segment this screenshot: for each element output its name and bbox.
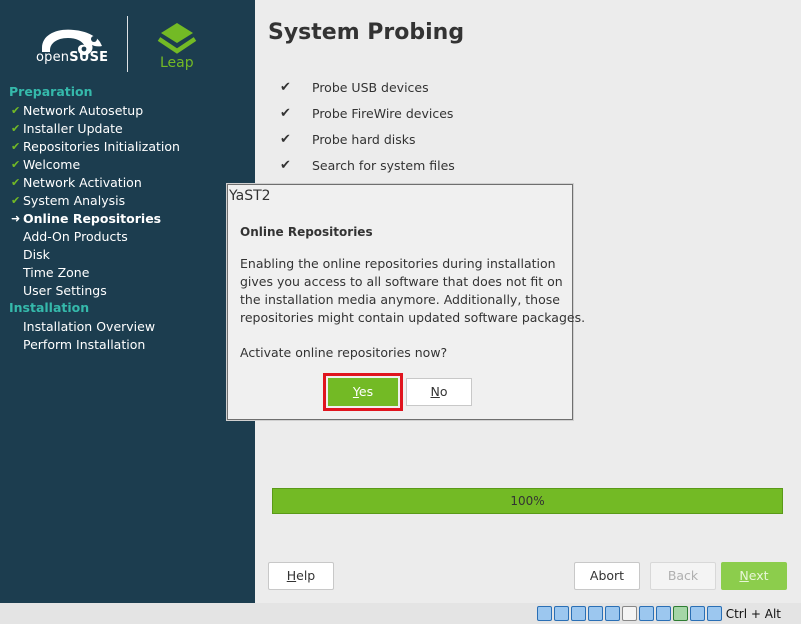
- step-label: System Analysis: [23, 193, 126, 208]
- mouse-integration-icon[interactable]: [689, 606, 705, 621]
- check-icon: ✔: [11, 194, 21, 207]
- yes-button[interactable]: Yes: [328, 378, 398, 406]
- display-icon[interactable]: [638, 606, 654, 621]
- check-icon: ✔: [11, 104, 21, 117]
- abort-button[interactable]: Abort: [574, 562, 640, 590]
- step-item: User Settings: [9, 282, 249, 300]
- step-label: Online Repositories: [23, 211, 162, 226]
- progress-bar: 100%: [272, 488, 783, 514]
- probe-item: ✔ Probe hard disks: [280, 130, 455, 156]
- step-item: ✔ System Analysis: [9, 192, 249, 210]
- dialog-title: YaST2: [229, 188, 271, 204]
- download-icon[interactable]: [706, 606, 722, 621]
- step-heading-preparation: Preparation: [9, 84, 93, 99]
- dialog-message-line: the installation media anymore. Addition…: [240, 292, 560, 307]
- step-label: Add-On Products: [23, 229, 128, 244]
- audio-icon[interactable]: [570, 606, 586, 621]
- leap-logo-icon: [157, 23, 197, 54]
- dialog-message-line: repositories might contain updated softw…: [240, 310, 586, 325]
- step-label: Perform Installation: [23, 337, 146, 352]
- usb-icon[interactable]: [604, 606, 620, 621]
- step-heading-installation: Installation: [9, 300, 90, 315]
- network-icon[interactable]: [587, 606, 603, 621]
- dialog-message-line: gives you access to all software that do…: [240, 274, 563, 289]
- logo-area: openSUSE Leap: [0, 0, 255, 82]
- step-item: ✔ Network Autosetup: [9, 102, 249, 120]
- step-item: ✔ Welcome: [9, 156, 249, 174]
- vm-status-bar: Ctrl + Alt: [0, 603, 801, 624]
- step-item: ✔ Installer Update: [9, 120, 249, 138]
- step-label: User Settings: [23, 283, 107, 298]
- probe-list: ✔ Probe USB devices ✔ Probe FireWire device…: [280, 78, 455, 182]
- dialog-message-line: Enabling the online repositories during …: [240, 256, 556, 271]
- probe-item: ✔ Probe USB devices: [280, 78, 455, 104]
- online-repositories-dialog: YaST2 Online Repositories Enabling the o…: [227, 184, 586, 420]
- vm-tray: Ctrl + Alt: [535, 605, 781, 622]
- back-button[interactable]: Back: [650, 562, 716, 590]
- probe-item: ✔ Search for system files: [280, 156, 455, 182]
- step-item: ✔ Network Activation: [9, 174, 249, 192]
- probe-label: Probe USB devices: [312, 80, 429, 95]
- check-icon: ✔: [11, 176, 21, 189]
- sidebar: openSUSE Leap Preparation ✔ Network Autose…: [0, 0, 255, 603]
- step-label: Installation Overview: [23, 319, 156, 334]
- step-item: ✔ Repositories Initialization: [9, 138, 249, 156]
- step-item: ➜ Online Repositories: [9, 210, 249, 228]
- progress-label: 100%: [510, 494, 545, 508]
- opensuse-wordmark: openSUSE: [36, 50, 109, 65]
- step-item: Perform Installation: [9, 336, 249, 354]
- step-label: Welcome: [23, 157, 81, 172]
- step-label: Disk: [23, 247, 50, 262]
- installation-steps: Preparation ✔ Network Autosetup ✔ Installer …: [9, 84, 249, 354]
- help-button[interactable]: Help: [268, 562, 334, 590]
- dialog-heading: Online Repositories: [240, 225, 373, 239]
- optical-drive-icon[interactable]: [553, 606, 569, 621]
- step-item: Time Zone: [9, 264, 249, 282]
- leap-wordmark: Leap: [160, 55, 194, 71]
- step-label: Time Zone: [23, 265, 90, 280]
- host-key-label: Ctrl + Alt: [725, 606, 781, 621]
- logo-divider: [127, 16, 128, 72]
- step-label: Installer Update: [23, 121, 123, 136]
- check-icon: ✔: [11, 140, 21, 153]
- step-item: Add-On Products: [9, 228, 249, 246]
- check-icon: ✔: [11, 158, 21, 171]
- check-icon: ✔: [280, 158, 291, 173]
- arrow-right-icon: ➜: [11, 212, 21, 225]
- page-title: System Probing: [268, 20, 465, 45]
- check-icon: ✔: [280, 80, 291, 95]
- next-button[interactable]: Next: [721, 562, 787, 590]
- step-item: Disk: [9, 246, 249, 264]
- probe-label: Probe hard disks: [312, 132, 416, 147]
- step-label: Repositories Initialization: [23, 139, 180, 154]
- step-label: Network Autosetup: [23, 103, 144, 118]
- virtualization-icon[interactable]: [672, 606, 688, 621]
- check-icon: ✔: [280, 106, 291, 121]
- hard-disk-icon[interactable]: [536, 606, 552, 621]
- step-item: Installation Overview: [9, 318, 249, 336]
- check-icon: ✔: [280, 132, 291, 147]
- check-icon: ✔: [11, 122, 21, 135]
- step-label: Network Activation: [23, 175, 142, 190]
- shared-folder-icon[interactable]: [621, 606, 637, 621]
- dialog-message: Enabling the online repositories during …: [240, 255, 586, 327]
- probe-item: ✔ Probe FireWire devices: [280, 104, 455, 130]
- no-button[interactable]: No: [406, 378, 472, 406]
- probe-label: Search for system files: [312, 158, 455, 173]
- dialog-question: Activate online repositories now?: [240, 345, 448, 360]
- capture-icon[interactable]: [655, 606, 671, 621]
- probe-label: Probe FireWire devices: [312, 106, 454, 121]
